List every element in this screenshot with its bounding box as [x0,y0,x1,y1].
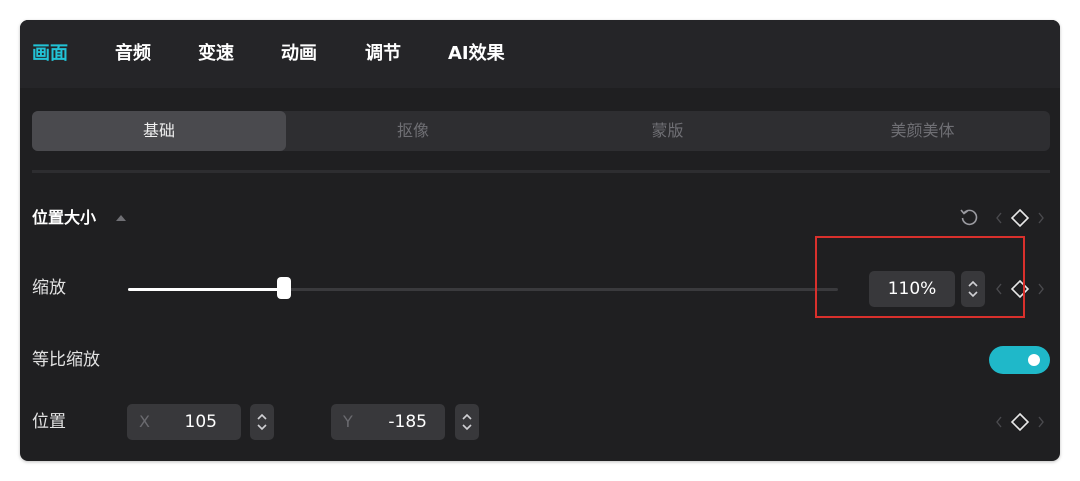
tab-animation[interactable]: 动画 [281,40,317,68]
keyframe-controls [995,206,1051,230]
keyframe-diamond-icon[interactable] [1009,410,1031,434]
divider [32,170,1050,173]
toggle-knob [1028,354,1040,366]
uniform-scale-toggle[interactable] [989,346,1050,374]
reset-icon[interactable] [958,206,980,228]
x-axis-label: X [139,412,150,431]
chevron-left-icon[interactable] [995,410,1003,434]
subtab-beauty[interactable]: 美颜美体 [795,111,1050,151]
position-x-stepper[interactable] [250,404,274,440]
section-title[interactable]: 位置大小 [32,204,96,232]
highlight-box [815,236,1025,318]
top-tab-bar: 画面 音频 变速 动画 调节 AI效果 [20,20,1060,88]
stepper-icon [257,413,267,431]
chevron-left-icon[interactable] [995,206,1003,230]
scale-slider-thumb[interactable] [277,277,291,299]
properties-panel: 画面 音频 变速 动画 调节 AI效果 基础 抠像 蒙版 美颜美体 位置大小 缩… [20,20,1060,461]
chevron-right-icon[interactable] [1037,277,1045,301]
position-x-input[interactable]: X 105 [127,404,241,440]
scale-label: 缩放 [32,278,66,298]
position-label: 位置 [32,412,66,432]
subtab-mask[interactable]: 蒙版 [540,111,795,151]
chevron-right-icon[interactable] [1037,410,1045,434]
chevron-right-icon[interactable] [1037,206,1045,230]
position-y-input[interactable]: Y -185 [331,404,445,440]
tab-ai-effects[interactable]: AI效果 [448,40,505,68]
tab-speed[interactable]: 变速 [198,40,234,68]
subtab-basic[interactable]: 基础 [32,111,286,151]
y-axis-label: Y [343,412,353,431]
tab-picture[interactable]: 画面 [32,40,68,68]
tab-adjust[interactable]: 调节 [365,40,401,68]
uniform-scale-label: 等比缩放 [32,350,100,370]
keyframe-controls [995,410,1051,434]
y-value: -185 [388,412,427,432]
stepper-icon [462,413,472,431]
keyframe-diamond-icon[interactable] [1009,206,1031,230]
scale-slider-fill [128,288,284,291]
position-y-stepper[interactable] [455,404,479,440]
subtab-cutout[interactable]: 抠像 [286,111,540,151]
sub-tab-bar: 基础 抠像 蒙版 美颜美体 [32,111,1050,151]
tab-audio[interactable]: 音频 [115,40,151,68]
scale-slider-track[interactable] [128,288,838,291]
caret-up-icon[interactable] [116,215,126,221]
x-value: 105 [184,412,217,432]
